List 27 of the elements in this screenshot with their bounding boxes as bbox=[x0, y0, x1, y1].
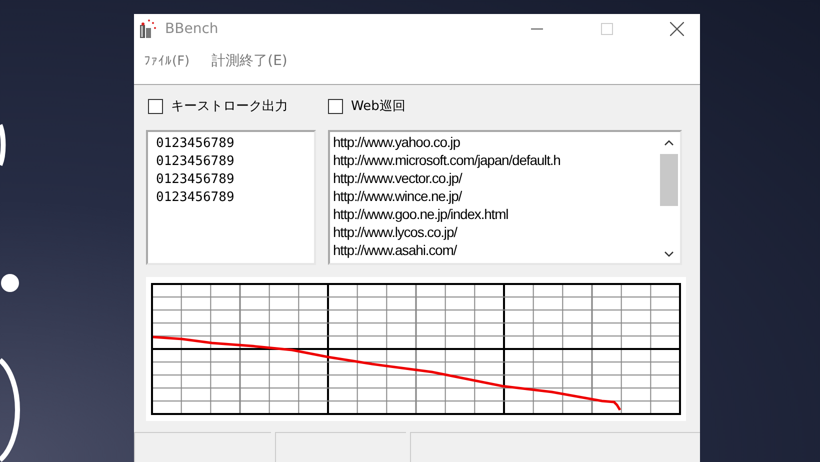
app-icon bbox=[139, 19, 159, 39]
window-title: BBench bbox=[165, 21, 218, 37]
checkbox-label: Web巡回 bbox=[351, 98, 406, 115]
maximize-icon bbox=[601, 23, 613, 35]
checkbox[interactable] bbox=[148, 98, 163, 114]
url-line: http://www.asahi.com/ bbox=[333, 241, 458, 259]
close-icon bbox=[670, 22, 684, 36]
url-line: http://www.wince.ne.jp/ bbox=[333, 187, 463, 205]
checkbox-label: キーストローク出力 bbox=[171, 98, 288, 115]
dot-shape bbox=[1, 274, 19, 292]
scroll-down-icon[interactable] bbox=[664, 251, 674, 257]
url-line: http://www.vector.co.jp/ bbox=[333, 169, 464, 187]
url-list[interactable]: http://www.yahoo.co.jp http://www.microsoft.com/japan/default.h http://www.vector.co.jp/ http://www.wince.ne.jp/ http://www.goo.ne.jp/index.html http://www.lycos.co.jp/ http://www.asahi.com/ bbox=[328, 130, 682, 265]
arc-shape bbox=[0, 124, 6, 166]
list-line: 0123456789 bbox=[156, 171, 236, 189]
url-line: http://www.microsoft.com/japan/default.h bbox=[333, 151, 562, 169]
list-line: 0123456789 bbox=[156, 153, 236, 171]
checkbox[interactable] bbox=[328, 98, 343, 114]
scroll-up-icon[interactable] bbox=[664, 140, 674, 146]
list-line: 0123456789 bbox=[156, 189, 236, 207]
url-line: http://www.yahoo.co.jp bbox=[333, 133, 461, 151]
scrollbar-thumb[interactable] bbox=[660, 154, 678, 206]
menu-item[interactable]: 計測終了(E) bbox=[212, 52, 288, 70]
url-line: http://www.goo.ne.jp/index.html bbox=[333, 205, 510, 223]
url-line: http://www.lycos.co.jp/ bbox=[333, 223, 458, 241]
menu-item[interactable]: ﾌｧｲﾙ(F) bbox=[144, 54, 190, 68]
list-line: 0123456789 bbox=[156, 135, 236, 153]
